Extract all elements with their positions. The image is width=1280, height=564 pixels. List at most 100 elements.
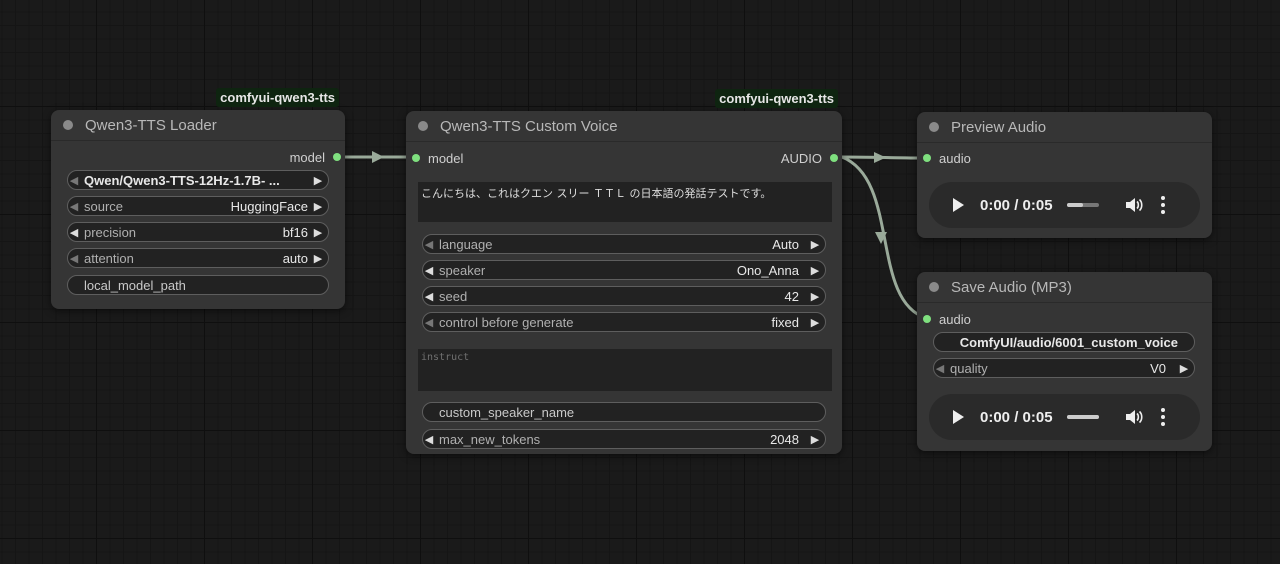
custom-voice-node[interactable]: comfyui-qwen3-tts Qwen3-TTS Custom Voice… (406, 89, 842, 454)
input-dot-icon[interactable] (412, 154, 420, 162)
output-label: AUDIO (780, 150, 822, 166)
language-select[interactable]: ◀ language Auto ▶ (422, 234, 826, 254)
decrement-arrow-icon[interactable]: ◀ (423, 433, 435, 446)
node-title: Save Audio (MP3) (951, 278, 1072, 296)
widget-value: bf16 (282, 224, 308, 240)
increment-arrow-icon[interactable]: ▶ (1178, 362, 1190, 375)
progress-bar[interactable] (1066, 203, 1099, 207)
increment-arrow-icon[interactable]: ▶ (809, 238, 821, 251)
decrement-arrow-icon[interactable]: ◀ (68, 174, 80, 187)
output-dot-icon[interactable] (333, 153, 341, 161)
collapse-dot-icon[interactable] (418, 121, 428, 131)
decrement-arrow-icon[interactable]: ◀ (423, 316, 435, 329)
local-model-path-input[interactable]: local_model_path (67, 275, 329, 295)
play-icon[interactable] (953, 198, 964, 212)
widget-value: Auto (772, 236, 799, 252)
attention-select[interactable]: ◀ attention auto ▶ (67, 248, 329, 268)
input-slot-model[interactable]: model (412, 148, 463, 168)
output-slot-audio[interactable]: AUDIO (781, 148, 838, 168)
widget-label: control before generate (439, 314, 574, 330)
more-options-icon[interactable] (1160, 196, 1165, 214)
widget-value: Qwen/Qwen3-TTS-12Hz-1.7B- ... (84, 172, 280, 188)
progress-fill (1066, 415, 1099, 419)
decrement-arrow-icon[interactable]: ◀ (68, 252, 80, 265)
increment-arrow-icon[interactable]: ▶ (809, 316, 821, 329)
audio-player[interactable]: 0:00 / 0:05 (929, 394, 1200, 440)
input-slot-audio[interactable]: audio (923, 309, 971, 329)
input-dot-icon[interactable] (923, 154, 931, 162)
node-title-bar[interactable]: Save Audio (MP3) (917, 272, 1212, 303)
widget-label: seed (439, 288, 468, 304)
progress-bar[interactable] (1066, 415, 1099, 419)
increment-arrow-icon[interactable]: ▶ (809, 290, 821, 303)
link-audio-save-arrow (875, 232, 887, 244)
preview-audio-node[interactable]: Preview Audio audio 0:00 / 0:05 (917, 112, 1212, 238)
time-display: 0:00 / 0:05 (980, 408, 1053, 426)
widget-value: Ono_Anna (736, 262, 799, 278)
input-slot-audio[interactable]: audio (923, 148, 971, 168)
increment-arrow-icon[interactable]: ▶ (312, 174, 324, 187)
decrement-arrow-icon[interactable]: ◀ (423, 238, 435, 251)
source-select[interactable]: ◀ source HuggingFace ▶ (67, 196, 329, 216)
decrement-arrow-icon[interactable]: ◀ (423, 290, 435, 303)
node-title: Qwen3-TTS Loader (85, 116, 217, 134)
link-model-arrow (372, 151, 384, 163)
widget-label: speaker (439, 262, 486, 278)
input-dot-icon[interactable] (923, 315, 931, 323)
seed-input[interactable]: ◀ seed 42 ▶ (422, 286, 826, 306)
model-select[interactable]: ◀ Qwen/Qwen3-TTS-12Hz-1.7B- ... ▶ (67, 170, 329, 190)
save-audio-node[interactable]: Save Audio (MP3) audio ComfyUI/audio/600… (917, 272, 1212, 451)
node-badge: comfyui-qwen3-tts (715, 89, 838, 108)
node-badge: comfyui-qwen3-tts (216, 88, 339, 107)
decrement-arrow-icon[interactable]: ◀ (934, 362, 946, 375)
widget-value: 42 (784, 288, 799, 304)
increment-arrow-icon[interactable]: ▶ (312, 226, 324, 239)
time-display: 0:00 / 0:05 (980, 196, 1053, 214)
increment-arrow-icon[interactable]: ▶ (809, 433, 821, 446)
node-title-bar[interactable]: Preview Audio (917, 112, 1212, 143)
collapse-dot-icon[interactable] (929, 282, 939, 292)
max-new-tokens-input[interactable]: ◀ max_new_tokens 2048 ▶ (422, 429, 826, 449)
link-audio-save (841, 155, 927, 320)
widget-label: max_new_tokens (439, 431, 541, 447)
output-label: model (289, 149, 325, 165)
widget-label: source (84, 198, 124, 214)
decrement-arrow-icon[interactable]: ◀ (68, 226, 80, 239)
widget-value: 2048 (770, 431, 799, 447)
collapse-dot-icon[interactable] (63, 120, 73, 130)
link-audio-preview-arrow (874, 152, 886, 163)
link-audio-preview (841, 155, 927, 160)
play-icon[interactable] (953, 410, 964, 424)
control-before-generate-select[interactable]: ◀ control before generate fixed ▶ (422, 312, 826, 332)
custom-speaker-name-input[interactable]: custom_speaker_name (422, 402, 826, 422)
text-input[interactable]: こんにちは、これはクエン スリー ＴＴＬ の日本語の発話テストです。 (418, 182, 832, 222)
output-dot-icon[interactable] (830, 154, 838, 162)
node-title: Qwen3-TTS Custom Voice (440, 117, 618, 135)
increment-arrow-icon[interactable]: ▶ (312, 200, 324, 213)
node-title-bar[interactable]: Qwen3-TTS Loader (51, 110, 345, 141)
increment-arrow-icon[interactable]: ▶ (809, 264, 821, 277)
increment-arrow-icon[interactable]: ▶ (312, 252, 324, 265)
widget-label: quality (950, 360, 988, 376)
widget-label: language (439, 236, 493, 252)
quality-select[interactable]: ◀ quality V0 ▶ (933, 358, 1195, 378)
widget-value: auto (282, 250, 308, 266)
output-slot-model[interactable]: model (290, 147, 341, 167)
loader-node[interactable]: comfyui-qwen3-tts Qwen3-TTS Loader model… (51, 88, 345, 309)
input-label: audio (939, 311, 971, 327)
decrement-arrow-icon[interactable]: ◀ (68, 200, 80, 213)
widget-label: attention (84, 250, 134, 266)
more-options-icon[interactable] (1160, 408, 1165, 426)
speaker-select[interactable]: ◀ speaker Ono_Anna ▶ (422, 260, 826, 280)
widget-label: local_model_path (84, 277, 186, 293)
widget-label: custom_speaker_name (439, 404, 575, 420)
node-title-bar[interactable]: Qwen3-TTS Custom Voice (406, 111, 842, 142)
instruct-input[interactable]: instruct (418, 349, 832, 391)
collapse-dot-icon[interactable] (929, 122, 939, 132)
decrement-arrow-icon[interactable]: ◀ (423, 264, 435, 277)
volume-icon[interactable] (1125, 197, 1143, 213)
filename-prefix-input[interactable]: ComfyUI/audio/6001_custom_voice (933, 332, 1195, 352)
audio-player[interactable]: 0:00 / 0:05 (929, 182, 1200, 228)
precision-select[interactable]: ◀ precision bf16 ▶ (67, 222, 329, 242)
volume-icon[interactable] (1125, 409, 1143, 425)
